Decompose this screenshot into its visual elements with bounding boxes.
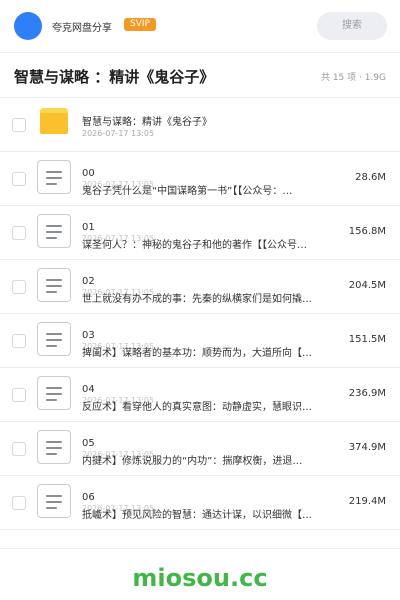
file-index: 06 bbox=[82, 492, 95, 503]
file-size: 219.4M bbox=[348, 496, 386, 507]
checkbox[interactable] bbox=[12, 388, 26, 402]
list-item[interactable]: 02 2026-07-17 13:05 世上就没有办不成的事：先秦的纵横家们是如何撬… bbox=[0, 260, 400, 314]
header: 夸克网盘分享 SVIP 搜索 bbox=[0, 0, 400, 52]
checkbox[interactable] bbox=[12, 280, 26, 294]
file-size: 28.6M bbox=[355, 172, 386, 183]
document-icon bbox=[37, 376, 71, 410]
document-icon bbox=[37, 268, 71, 302]
file-index: 01 bbox=[82, 222, 95, 233]
file-name: 谋圣何人？：神秘的鬼谷子和他的著作【【公众号… bbox=[82, 240, 307, 251]
checkbox[interactable] bbox=[12, 496, 26, 510]
file-index: 00 bbox=[82, 168, 95, 179]
divider bbox=[0, 548, 400, 549]
file-index: 05 bbox=[82, 438, 95, 449]
document-icon bbox=[37, 430, 71, 464]
file-name: 反应术】看穿他人的真实意图：动静虚实，慧眼识… bbox=[82, 402, 312, 413]
file-index: 02 bbox=[82, 276, 95, 287]
file-size: 204.5M bbox=[348, 280, 386, 291]
file-name: 世上就没有办不成的事：先秦的纵横家们是如何撬… bbox=[82, 294, 312, 305]
file-size: 374.9M bbox=[348, 442, 386, 453]
checkbox[interactable] bbox=[12, 334, 26, 348]
file-index: 04 bbox=[82, 384, 95, 395]
checkbox[interactable] bbox=[12, 118, 26, 132]
file-size: 236.9M bbox=[348, 388, 386, 399]
file-name: 抵巇术】预见风险的智慧：通达计谋，以识细微【… bbox=[82, 510, 312, 521]
folder-date: 2026-07-17 13:05 bbox=[82, 129, 155, 138]
watermark: miosou.cc bbox=[132, 564, 268, 592]
file-size: 156.8M bbox=[348, 226, 386, 237]
file-name: 内揵术】修炼说服力的“内功”：揣摩权衡，进退… bbox=[82, 456, 303, 467]
user-name: 夸克网盘分享 bbox=[52, 23, 112, 34]
list-item-folder[interactable]: 智慧与谋略：精讲《鬼谷子》 2026-07-17 13:05 bbox=[0, 98, 400, 152]
list-item[interactable]: 06 2026-07-17 13:05 抵巇术】预见风险的智慧：通达计谋，以识细微【… bbox=[0, 476, 400, 530]
checkbox[interactable] bbox=[12, 172, 26, 186]
document-icon bbox=[37, 322, 71, 356]
title-bar: 智慧与谋略 ：精讲《鬼谷子》 共 15 项 · 1.9G bbox=[0, 52, 400, 98]
folder-name: 智慧与谋略：精讲《鬼谷子》 bbox=[82, 117, 212, 128]
file-size: 151.5M bbox=[348, 334, 386, 345]
file-name: 鬼谷子凭什么是“中国谋略第一书”【【公众号：… bbox=[82, 186, 293, 197]
checkbox[interactable] bbox=[12, 442, 26, 456]
search-input[interactable]: 搜索 bbox=[317, 12, 387, 40]
avatar[interactable] bbox=[14, 12, 42, 40]
document-icon bbox=[37, 214, 71, 248]
list-item[interactable]: 03 2026-07-17 13:05 捭阖术】谋略者的基本功：顺势而为，大道所向【… bbox=[0, 314, 400, 368]
list-item[interactable]: 04 2026-07-17 13:05 反应术】看穿他人的真实意图：动静虚实，慧眼识… bbox=[0, 368, 400, 422]
list-item[interactable]: 05 2026-07-17 13:05 内揵术】修炼说服力的“内功”：揣摩权衡，进退… bbox=[0, 422, 400, 476]
folder-icon bbox=[40, 108, 68, 134]
item-count: 共 15 项 · 1.9G bbox=[320, 73, 386, 83]
checkbox[interactable] bbox=[12, 226, 26, 240]
document-icon bbox=[37, 484, 71, 518]
document-icon bbox=[37, 160, 71, 194]
file-index: 03 bbox=[82, 330, 95, 341]
list-item[interactable]: 00 2026-07-17 13:05 鬼谷子凭什么是“中国谋略第一书”【【公众号：… bbox=[0, 152, 400, 206]
list-item[interactable]: 01 2026-07-17 13:05 谋圣何人？：神秘的鬼谷子和他的著作【【公众号… bbox=[0, 206, 400, 260]
page-title: 智慧与谋略 ：精讲《鬼谷子》 bbox=[14, 68, 215, 86]
svip-badge: SVIP bbox=[124, 18, 156, 31]
file-name: 捭阖术】谋略者的基本功：顺势而为，大道所向【… bbox=[82, 348, 312, 359]
